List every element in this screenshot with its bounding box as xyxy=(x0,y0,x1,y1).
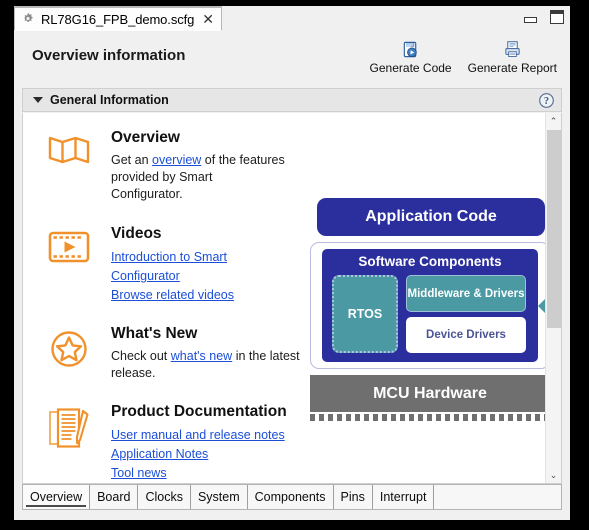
minimize-icon[interactable] xyxy=(524,17,537,23)
editor-tab-label: RL78G16_FPB_demo.scfg xyxy=(41,11,195,27)
editor-tab-scfg[interactable]: RL78G16_FPB_demo.scfg ✕ xyxy=(14,6,222,31)
page-header: Overview information Generate Code Gener… xyxy=(14,31,570,88)
section-header-general-information[interactable]: General Information ? xyxy=(22,88,562,112)
overview-link[interactable]: overview xyxy=(152,153,201,167)
general-information-panel: Overview Get an overview of the features… xyxy=(22,113,562,484)
diagram-software-components-label: Software Components xyxy=(358,254,502,269)
diagram-rtos-label: RTOS xyxy=(347,307,383,321)
generate-report-icon xyxy=(503,38,522,60)
scroll-down-icon[interactable]: ⌄ xyxy=(546,467,561,483)
user-manual-and-release-notes-link[interactable]: User manual and release notes xyxy=(111,426,326,445)
application-notes-link[interactable]: Application Notes xyxy=(111,445,326,464)
browse-related-videos-link[interactable]: Browse related videos xyxy=(111,286,287,305)
bottom-tab-label: Interrupt xyxy=(379,490,427,504)
block-title: Overview xyxy=(111,129,180,146)
close-icon[interactable]: ✕ xyxy=(200,12,214,26)
generate-report-button[interactable]: Generate Report xyxy=(463,35,562,77)
whats-new-link[interactable]: what's new xyxy=(171,349,232,363)
block-links: User manual and release notes Applicatio… xyxy=(111,426,326,483)
diagram-rtos: RTOS xyxy=(332,275,398,353)
star-badge-icon xyxy=(47,325,103,382)
info-block-videos: Videos Introduction to Smart Configurato… xyxy=(47,225,287,305)
bottom-tab-interrupt[interactable]: Interrupt xyxy=(372,485,435,509)
bottom-tab-label: Clocks xyxy=(145,490,183,504)
block-title: What's New xyxy=(111,325,198,342)
diagram-mcu-hardware: MCU Hardware xyxy=(310,375,550,412)
maximize-icon[interactable] xyxy=(550,10,564,24)
introduction-to-smart-configurator-link[interactable]: Introduction to Smart Configurator xyxy=(111,248,287,286)
bottom-tab-pins[interactable]: Pins xyxy=(333,485,373,509)
scroll-up-icon[interactable]: ⌃ xyxy=(546,113,561,129)
bottom-tab-bar: Overview Board Clocks System Components Pins I… xyxy=(22,484,562,510)
diagram-application-code: Application Code xyxy=(317,198,545,236)
diagram-device-drivers: Device Drivers xyxy=(406,317,526,353)
text-fragment: Get an xyxy=(111,153,152,167)
editor-window: RL78G16_FPB_demo.scfg ✕ Overview informa… xyxy=(14,6,570,520)
block-title: Videos xyxy=(111,225,162,242)
section-title: General Information xyxy=(50,93,169,107)
editor-tab-strip: RL78G16_FPB_demo.scfg ✕ xyxy=(14,6,570,32)
bottom-tab-label: Pins xyxy=(340,490,365,504)
bottom-tab-components[interactable]: Components xyxy=(247,485,334,509)
window-controls xyxy=(524,10,564,24)
map-icon xyxy=(47,129,103,203)
generate-code-label: Generate Code xyxy=(369,61,452,75)
bottom-tab-label: System xyxy=(197,490,240,504)
chevron-down-icon[interactable] xyxy=(33,97,43,103)
diagram-application-code-label: Application Code xyxy=(365,208,497,225)
video-player-icon xyxy=(47,225,103,305)
info-blocks-column: Overview Get an overview of the features… xyxy=(23,113,313,483)
diagram-software-components: Software Components RTOS Middleware & Dr… xyxy=(322,249,538,362)
block-title: Product Documentation xyxy=(111,403,287,420)
page-title: Overview information xyxy=(32,47,186,64)
vertical-scrollbar[interactable]: ⌃ ⌄ xyxy=(545,113,561,483)
generate-code-button[interactable]: Generate Code xyxy=(365,35,457,77)
diagram-mcu-pins xyxy=(310,414,550,421)
architecture-diagram: Application Code Software Components RTO… xyxy=(309,198,561,430)
info-block-whats-new: What's New Check out what's new in the l… xyxy=(47,325,303,382)
svg-text:?: ? xyxy=(544,96,549,107)
block-links: Introduction to Smart Configurator Brows… xyxy=(111,248,287,305)
tool-news-link[interactable]: Tool news xyxy=(111,464,326,483)
scrollbar-thumb[interactable] xyxy=(547,130,561,328)
bottom-tab-clocks[interactable]: Clocks xyxy=(138,485,191,509)
bottom-tab-label: Board xyxy=(97,490,131,504)
bottom-tab-system[interactable]: System xyxy=(190,485,248,509)
info-block-product-documentation: Product Documentation User manual and re… xyxy=(47,403,326,483)
info-block-overview: Overview Get an overview of the features… xyxy=(47,129,287,203)
header-actions: Generate Code Generate Report xyxy=(365,35,562,77)
gear-icon xyxy=(21,12,35,26)
text-fragment: Check out xyxy=(111,349,171,363)
document-pencil-icon xyxy=(47,403,103,483)
diagram-middleware-drivers-label: Middleware & Drivers xyxy=(407,287,525,300)
diagram-middleware-drivers: Middleware & Drivers xyxy=(406,275,526,312)
generate-code-icon xyxy=(401,38,420,60)
bottom-tab-overview[interactable]: Overview xyxy=(23,485,91,509)
generate-report-label: Generate Report xyxy=(467,61,557,75)
bottom-tab-board[interactable]: Board xyxy=(90,485,139,509)
block-text: Check out what's new in the latest relea… xyxy=(111,348,303,382)
bottom-tab-label: Overview xyxy=(30,490,83,504)
help-question-icon[interactable]: ? xyxy=(538,92,555,109)
diagram-mcu-hardware-label: MCU Hardware xyxy=(373,384,487,402)
bottom-tab-label: Components xyxy=(254,490,326,504)
diagram-device-drivers-label: Device Drivers xyxy=(426,329,506,341)
block-text: Get an overview of the features provided… xyxy=(111,152,287,203)
